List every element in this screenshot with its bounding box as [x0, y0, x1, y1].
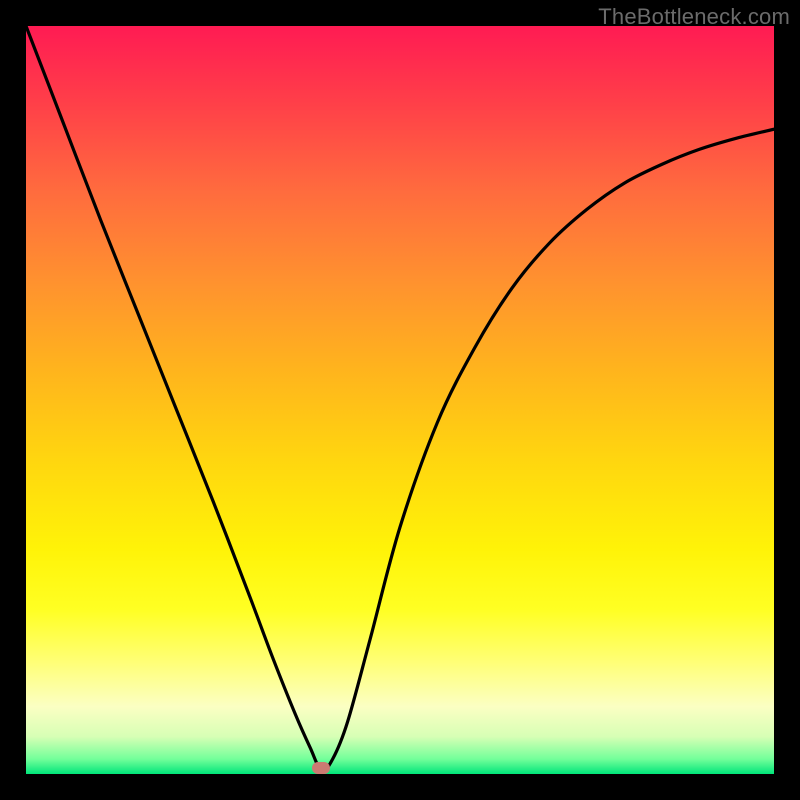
bottleneck-curve: [26, 26, 774, 771]
chart-frame: [26, 26, 774, 774]
optimal-marker: [312, 762, 330, 774]
watermark-text: TheBottleneck.com: [598, 4, 790, 30]
curve-svg: [26, 26, 774, 774]
